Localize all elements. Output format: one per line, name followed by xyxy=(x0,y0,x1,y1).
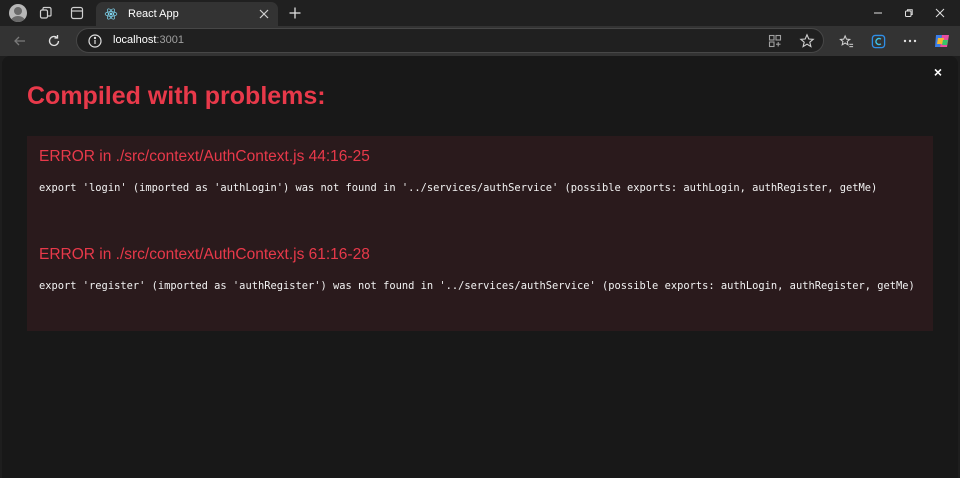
window-close-icon xyxy=(935,8,945,18)
url-port: :3001 xyxy=(156,34,184,46)
minimize-button[interactable] xyxy=(862,0,894,26)
app-available-icon[interactable] xyxy=(767,33,783,49)
copilot-button[interactable] xyxy=(930,30,954,52)
favorite-star-icon[interactable] xyxy=(799,33,815,49)
tab-react-app[interactable]: React App xyxy=(96,2,278,26)
error-item: ERROR in ./src/context/AuthContext.js 44… xyxy=(39,148,923,198)
page-content: × Compiled with problems: ERROR in ./src… xyxy=(2,56,958,478)
new-tab-button[interactable] xyxy=(282,2,308,24)
error-message: export 'register' (imported as 'authRegi… xyxy=(39,280,915,292)
url-host: localhost xyxy=(113,34,157,46)
address-bar[interactable]: localhost:3001 xyxy=(76,28,824,53)
site-info-icon[interactable] xyxy=(87,33,103,49)
favorites-list-icon xyxy=(838,34,853,47)
extension-button[interactable] xyxy=(866,30,890,52)
browser-toolbar: localhost:3001 xyxy=(0,26,960,56)
workspaces-button[interactable] xyxy=(33,2,59,24)
profile-avatar-icon xyxy=(9,4,27,22)
copilot-icon xyxy=(935,35,949,47)
error-item: ERROR in ./src/context/AuthContext.js 61… xyxy=(39,246,923,296)
react-favicon-icon xyxy=(104,8,118,20)
plus-icon xyxy=(289,7,301,19)
tab-actions-icon xyxy=(70,6,84,20)
workspaces-icon xyxy=(39,6,52,19)
tab-close-button[interactable] xyxy=(256,6,272,22)
page-title: Compiled with problems: xyxy=(27,82,326,110)
minimize-icon xyxy=(874,12,882,14)
restore-icon xyxy=(905,9,913,17)
tab-actions-button[interactable] xyxy=(64,2,90,24)
profile-button[interactable] xyxy=(5,2,31,24)
overlay-close-button[interactable]: × xyxy=(930,64,946,80)
address-url: localhost:3001 xyxy=(113,34,184,46)
tab-title: React App xyxy=(128,8,179,20)
reload-icon xyxy=(48,35,60,47)
extension-icon xyxy=(871,34,885,48)
more-options-button[interactable] xyxy=(898,30,922,52)
window-close-button[interactable] xyxy=(924,0,956,26)
more-dots-icon xyxy=(903,39,917,43)
error-title: ERROR in ./src/context/AuthContext.js 61… xyxy=(39,246,370,263)
back-button[interactable] xyxy=(8,30,32,52)
error-title: ERROR in ./src/context/AuthContext.js 44… xyxy=(39,148,370,165)
restore-button[interactable] xyxy=(893,0,925,26)
close-icon xyxy=(259,9,269,19)
tab-strip: React App xyxy=(0,0,960,26)
favorites-button[interactable] xyxy=(834,30,858,52)
error-message: export 'login' (imported as 'authLogin')… xyxy=(39,182,878,194)
arrow-left-icon xyxy=(14,36,25,46)
reload-button[interactable] xyxy=(42,30,66,52)
error-panel: ERROR in ./src/context/AuthContext.js 44… xyxy=(27,136,933,331)
